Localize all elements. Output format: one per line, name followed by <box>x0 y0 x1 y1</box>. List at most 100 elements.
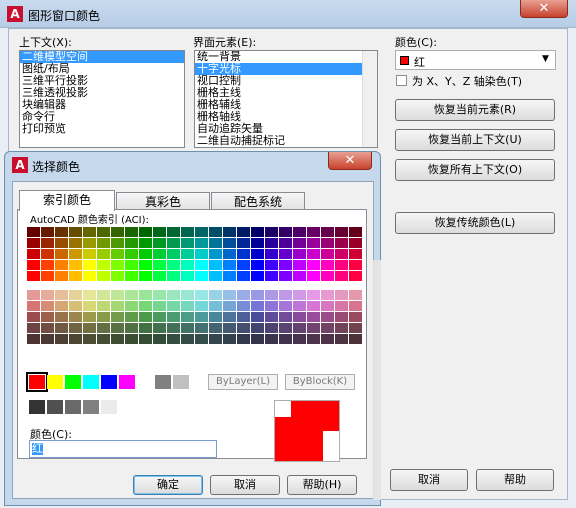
element-list-scrollbar[interactable] <box>362 51 377 147</box>
aci-swatch[interactable] <box>125 290 138 300</box>
aci-swatch[interactable] <box>97 260 110 270</box>
aci-swatch[interactable] <box>293 301 306 311</box>
aci-swatch[interactable] <box>125 323 138 333</box>
aci-swatch[interactable] <box>69 260 82 270</box>
outer-close-button[interactable]: ✕ <box>520 0 568 18</box>
aci-swatch[interactable] <box>237 323 250 333</box>
aci-swatch[interactable] <box>69 312 82 322</box>
aci-swatch[interactable] <box>153 290 166 300</box>
aci-swatch[interactable] <box>209 249 222 259</box>
aci-swatch[interactable] <box>335 334 348 344</box>
context-listbox[interactable]: 二维模型空间 图纸/布局 三维平行投影 三维透视投影 块编辑器 命令行 打印预览 <box>19 50 185 148</box>
aci-swatch[interactable] <box>321 260 334 270</box>
aci-swatch[interactable] <box>335 290 348 300</box>
aci-swatch[interactable] <box>153 312 166 322</box>
aci-swatch[interactable] <box>209 312 222 322</box>
aci-swatch[interactable] <box>83 227 96 237</box>
aci-swatch[interactable] <box>139 227 152 237</box>
aci-swatch[interactable] <box>349 301 362 311</box>
aci-swatch[interactable] <box>153 238 166 248</box>
aci-swatch[interactable] <box>279 334 292 344</box>
aci-swatch[interactable] <box>223 290 236 300</box>
aci-swatch[interactable] <box>293 227 306 237</box>
aci-swatch[interactable] <box>321 334 334 344</box>
aci-swatch[interactable] <box>279 290 292 300</box>
aci-swatch[interactable] <box>181 290 194 300</box>
standard-colors-row[interactable] <box>26 372 197 392</box>
aci-swatch[interactable] <box>335 227 348 237</box>
aci-swatch[interactable] <box>125 227 138 237</box>
aci-swatch[interactable] <box>97 238 110 248</box>
aci-swatch[interactable] <box>307 290 320 300</box>
aci-swatch[interactable] <box>349 312 362 322</box>
aci-swatch[interactable] <box>97 323 110 333</box>
aci-swatch[interactable] <box>265 271 278 281</box>
aci-swatch[interactable] <box>167 238 180 248</box>
aci-swatch[interactable] <box>181 238 194 248</box>
aci-swatch[interactable] <box>349 260 362 270</box>
aci-swatch[interactable] <box>349 238 362 248</box>
aci-swatch[interactable] <box>279 301 292 311</box>
aci-swatch[interactable] <box>83 290 96 300</box>
aci-swatch[interactable] <box>41 323 54 333</box>
aci-swatch[interactable] <box>139 290 152 300</box>
aci-swatch[interactable] <box>279 271 292 281</box>
aci-swatch[interactable] <box>223 227 236 237</box>
aci-palette-top[interactable] <box>27 227 362 284</box>
aci-swatch[interactable] <box>181 249 194 259</box>
standard-color-swatch[interactable] <box>173 375 189 389</box>
aci-swatch[interactable] <box>83 271 96 281</box>
dialog-help-button[interactable]: 帮助(H) <box>287 475 357 495</box>
aci-swatch[interactable] <box>307 271 320 281</box>
aci-swatch[interactable] <box>27 312 40 322</box>
standard-color-swatch[interactable] <box>155 375 171 389</box>
gray-shade-swatch[interactable] <box>83 400 99 414</box>
aci-swatch[interactable] <box>265 290 278 300</box>
aci-swatch[interactable] <box>307 323 320 333</box>
aci-swatch[interactable] <box>293 290 306 300</box>
aci-swatch[interactable] <box>321 249 334 259</box>
aci-swatch[interactable] <box>167 312 180 322</box>
aci-swatch[interactable] <box>265 301 278 311</box>
aci-swatch[interactable] <box>195 301 208 311</box>
aci-swatch[interactable] <box>27 227 40 237</box>
aci-swatch[interactable] <box>41 271 54 281</box>
dialog-close-button[interactable]: ✕ <box>328 152 372 170</box>
aci-swatch[interactable] <box>279 238 292 248</box>
aci-swatch[interactable] <box>111 301 124 311</box>
aci-swatch[interactable] <box>293 323 306 333</box>
aci-swatch[interactable] <box>195 323 208 333</box>
aci-swatch[interactable] <box>55 227 68 237</box>
aci-swatch[interactable] <box>153 260 166 270</box>
aci-swatch[interactable] <box>55 271 68 281</box>
aci-swatch[interactable] <box>167 260 180 270</box>
aci-swatch[interactable] <box>321 323 334 333</box>
aci-swatch[interactable] <box>55 301 68 311</box>
aci-swatch[interactable] <box>307 249 320 259</box>
aci-swatch[interactable] <box>237 334 250 344</box>
aci-swatch[interactable] <box>321 301 334 311</box>
aci-swatch[interactable] <box>265 249 278 259</box>
aci-swatch[interactable] <box>125 238 138 248</box>
aci-swatch[interactable] <box>181 312 194 322</box>
standard-color-swatch[interactable] <box>119 375 135 389</box>
aci-swatch[interactable] <box>195 271 208 281</box>
aci-swatch[interactable] <box>27 238 40 248</box>
aci-swatch[interactable] <box>251 312 264 322</box>
aci-swatch[interactable] <box>69 334 82 344</box>
gray-shade-swatch[interactable] <box>101 400 117 414</box>
aci-swatch[interactable] <box>139 260 152 270</box>
restore-all-contexts-button[interactable]: 恢复所有上下文(O) <box>395 159 555 181</box>
aci-swatch[interactable] <box>195 238 208 248</box>
aci-swatch[interactable] <box>279 260 292 270</box>
aci-swatch[interactable] <box>125 271 138 281</box>
color-dropdown[interactable]: 红 ▼ <box>395 50 556 70</box>
aci-swatch[interactable] <box>41 301 54 311</box>
tab-index-color[interactable]: 索引颜色 <box>19 190 115 211</box>
aci-swatch[interactable] <box>69 290 82 300</box>
aci-swatch[interactable] <box>55 323 68 333</box>
aci-swatch[interactable] <box>265 312 278 322</box>
aci-swatch[interactable] <box>97 312 110 322</box>
aci-swatch[interactable] <box>111 290 124 300</box>
aci-swatch[interactable] <box>27 260 40 270</box>
